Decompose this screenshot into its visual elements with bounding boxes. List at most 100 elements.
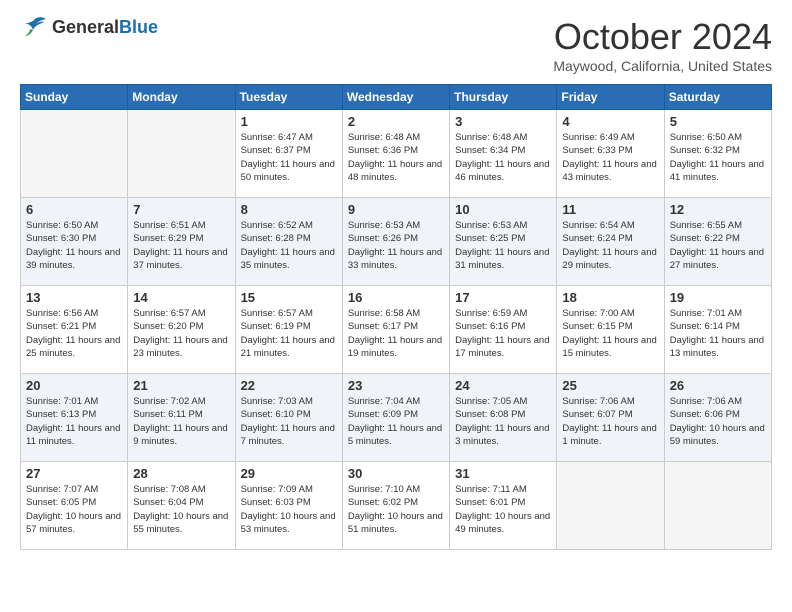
day-info: Sunrise: 7:06 AM Sunset: 6:07 PM Dayligh… — [562, 395, 658, 448]
col-thursday: Thursday — [450, 85, 557, 110]
table-row: 15 Sunrise: 6:57 AM Sunset: 6:19 PM Dayli… — [235, 286, 342, 374]
table-row: 18 Sunrise: 7:00 AM Sunset: 6:15 PM Dayli… — [557, 286, 664, 374]
table-row: 16 Sunrise: 6:58 AM Sunset: 6:17 PM Dayli… — [342, 286, 449, 374]
col-sunday: Sunday — [21, 85, 128, 110]
day-info: Sunrise: 6:52 AM Sunset: 6:28 PM Dayligh… — [241, 219, 337, 272]
table-row: 17 Sunrise: 6:59 AM Sunset: 6:16 PM Dayli… — [450, 286, 557, 374]
page-container: GeneralBlue October 2024 Maywood, Califo… — [0, 0, 792, 566]
col-saturday: Saturday — [664, 85, 771, 110]
table-row: 24 Sunrise: 7:05 AM Sunset: 6:08 PM Dayli… — [450, 374, 557, 462]
table-row: 26Sunrise: 7:06 AM Sunset: 6:06 PM Dayli… — [664, 374, 771, 462]
day-number: 15 — [241, 290, 337, 305]
calendar-week-row: 27Sunrise: 7:07 AM Sunset: 6:05 PM Dayli… — [21, 462, 772, 550]
day-info: Sunrise: 7:00 AM Sunset: 6:15 PM Dayligh… — [562, 307, 658, 360]
day-info: Sunrise: 6:56 AM Sunset: 6:21 PM Dayligh… — [26, 307, 122, 360]
month-title: October 2024 — [553, 16, 772, 58]
day-info: Sunrise: 6:50 AM Sunset: 6:32 PM Dayligh… — [670, 131, 766, 184]
day-info: Sunrise: 6:53 AM Sunset: 6:26 PM Dayligh… — [348, 219, 444, 272]
table-row: 5 Sunrise: 6:50 AM Sunset: 6:32 PM Daylig… — [664, 110, 771, 198]
day-number: 20 — [26, 378, 122, 393]
day-info: Sunrise: 6:59 AM Sunset: 6:16 PM Dayligh… — [455, 307, 551, 360]
day-number: 31 — [455, 466, 551, 481]
table-row: 11Sunrise: 6:54 AM Sunset: 6:24 PM Dayli… — [557, 198, 664, 286]
day-info: Sunrise: 6:53 AM Sunset: 6:25 PM Dayligh… — [455, 219, 551, 272]
day-info: Sunrise: 7:03 AM Sunset: 6:10 PM Dayligh… — [241, 395, 337, 448]
table-row: 28 Sunrise: 7:08 AM Sunset: 6:04 PM Dayli… — [128, 462, 235, 550]
table-row: 9 Sunrise: 6:53 AM Sunset: 6:26 PM Daylig… — [342, 198, 449, 286]
table-row: 12 Sunrise: 6:55 AM Sunset: 6:22 PM Dayli… — [664, 198, 771, 286]
table-row: 29Sunrise: 7:09 AM Sunset: 6:03 PM Dayli… — [235, 462, 342, 550]
day-info: Sunrise: 6:55 AM Sunset: 6:22 PM Dayligh… — [670, 219, 766, 272]
page-header: GeneralBlue October 2024 Maywood, Califo… — [20, 16, 772, 74]
table-row: 13 Sunrise: 6:56 AM Sunset: 6:21 PM Dayli… — [21, 286, 128, 374]
day-number: 17 — [455, 290, 551, 305]
day-info: Sunrise: 6:57 AM Sunset: 6:19 PM Dayligh… — [241, 307, 337, 360]
day-info: Sunrise: 7:08 AM Sunset: 6:04 PM Dayligh… — [133, 483, 229, 536]
day-info: Sunrise: 7:02 AM Sunset: 6:11 PM Dayligh… — [133, 395, 229, 448]
calendar-week-row: 1 Sunrise: 6:47 AM Sunset: 6:37 PM Daylig… — [21, 110, 772, 198]
table-row — [664, 462, 771, 550]
day-info: Sunrise: 7:11 AM Sunset: 6:01 PM Dayligh… — [455, 483, 551, 536]
table-row: 23Sunrise: 7:04 AM Sunset: 6:09 PM Dayli… — [342, 374, 449, 462]
day-info: Sunrise: 6:58 AM Sunset: 6:17 PM Dayligh… — [348, 307, 444, 360]
day-info: Sunrise: 6:57 AM Sunset: 6:20 PM Dayligh… — [133, 307, 229, 360]
day-number: 14 — [133, 290, 229, 305]
title-area: October 2024 Maywood, California, United… — [553, 16, 772, 74]
day-info: Sunrise: 6:50 AM Sunset: 6:30 PM Dayligh… — [26, 219, 122, 272]
table-row: 1 Sunrise: 6:47 AM Sunset: 6:37 PM Daylig… — [235, 110, 342, 198]
table-row — [21, 110, 128, 198]
day-number: 3 — [455, 114, 551, 129]
location: Maywood, California, United States — [553, 58, 772, 74]
day-number: 22 — [241, 378, 337, 393]
day-number: 12 — [670, 202, 766, 217]
table-row: 6 Sunrise: 6:50 AM Sunset: 6:30 PM Daylig… — [21, 198, 128, 286]
day-number: 30 — [348, 466, 444, 481]
calendar-header-row: Sunday Monday Tuesday Wednesday Thursday… — [21, 85, 772, 110]
table-row: 19 Sunrise: 7:01 AM Sunset: 6:14 PM Dayli… — [664, 286, 771, 374]
day-number: 19 — [670, 290, 766, 305]
day-info: Sunrise: 7:06 AM Sunset: 6:06 PM Dayligh… — [670, 395, 766, 448]
day-number: 5 — [670, 114, 766, 129]
table-row: 30 Sunrise: 7:10 AM Sunset: 6:02 PM Dayli… — [342, 462, 449, 550]
table-row: 14 Sunrise: 6:57 AM Sunset: 6:20 PM Dayli… — [128, 286, 235, 374]
day-info: Sunrise: 7:07 AM Sunset: 6:05 PM Dayligh… — [26, 483, 122, 536]
table-row: 21 Sunrise: 7:02 AM Sunset: 6:11 PM Dayli… — [128, 374, 235, 462]
day-number: 18 — [562, 290, 658, 305]
day-info: Sunrise: 6:51 AM Sunset: 6:29 PM Dayligh… — [133, 219, 229, 272]
day-info: Sunrise: 7:01 AM Sunset: 6:14 PM Dayligh… — [670, 307, 766, 360]
day-number: 1 — [241, 114, 337, 129]
table-row: 2Sunrise: 6:48 AM Sunset: 6:36 PM Daylig… — [342, 110, 449, 198]
day-info: Sunrise: 6:48 AM Sunset: 6:36 PM Dayligh… — [348, 131, 444, 184]
day-number: 9 — [348, 202, 444, 217]
day-number: 13 — [26, 290, 122, 305]
day-number: 29 — [241, 466, 337, 481]
day-number: 25 — [562, 378, 658, 393]
day-number: 7 — [133, 202, 229, 217]
day-info: Sunrise: 7:10 AM Sunset: 6:02 PM Dayligh… — [348, 483, 444, 536]
day-number: 8 — [241, 202, 337, 217]
day-number: 16 — [348, 290, 444, 305]
logo-icon — [20, 16, 48, 38]
day-number: 28 — [133, 466, 229, 481]
table-row: 31 Sunrise: 7:11 AM Sunset: 6:01 PM Dayli… — [450, 462, 557, 550]
day-info: Sunrise: 6:54 AM Sunset: 6:24 PM Dayligh… — [562, 219, 658, 272]
calendar-table: Sunday Monday Tuesday Wednesday Thursday… — [20, 84, 772, 550]
day-number: 21 — [133, 378, 229, 393]
calendar-week-row: 6 Sunrise: 6:50 AM Sunset: 6:30 PM Daylig… — [21, 198, 772, 286]
col-tuesday: Tuesday — [235, 85, 342, 110]
logo-general: General — [52, 17, 119, 37]
day-number: 4 — [562, 114, 658, 129]
table-row: 8 Sunrise: 6:52 AM Sunset: 6:28 PM Daylig… — [235, 198, 342, 286]
day-info: Sunrise: 6:48 AM Sunset: 6:34 PM Dayligh… — [455, 131, 551, 184]
table-row — [557, 462, 664, 550]
table-row: 25 Sunrise: 7:06 AM Sunset: 6:07 PM Dayli… — [557, 374, 664, 462]
table-row: 27Sunrise: 7:07 AM Sunset: 6:05 PM Dayli… — [21, 462, 128, 550]
day-number: 24 — [455, 378, 551, 393]
logo: GeneralBlue — [20, 16, 158, 38]
logo-text: GeneralBlue — [52, 17, 158, 38]
day-info: Sunrise: 7:05 AM Sunset: 6:08 PM Dayligh… — [455, 395, 551, 448]
day-number: 6 — [26, 202, 122, 217]
col-monday: Monday — [128, 85, 235, 110]
day-info: Sunrise: 6:47 AM Sunset: 6:37 PM Dayligh… — [241, 131, 337, 184]
col-wednesday: Wednesday — [342, 85, 449, 110]
